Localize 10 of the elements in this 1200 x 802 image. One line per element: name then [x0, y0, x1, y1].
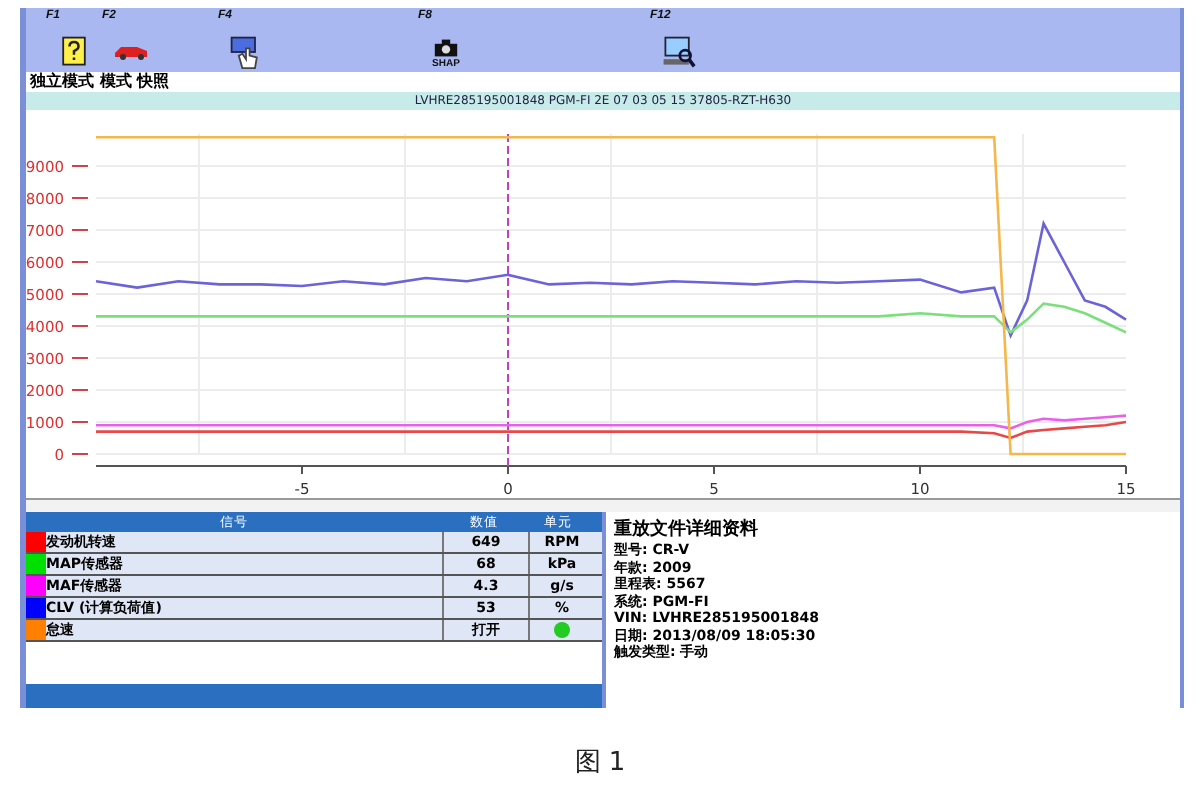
line-series — [94, 222, 1128, 337]
figure-caption: 图 1 — [572, 746, 628, 780]
car-icon — [113, 46, 147, 60]
hand-icon — [228, 34, 264, 70]
line-series — [94, 414, 1128, 430]
details-title: 重放文件详细资料 — [614, 516, 760, 542]
line-series — [94, 420, 1128, 440]
line-series — [94, 302, 1128, 334]
help-icon — [56, 34, 92, 70]
computer-search-icon — [660, 34, 696, 70]
